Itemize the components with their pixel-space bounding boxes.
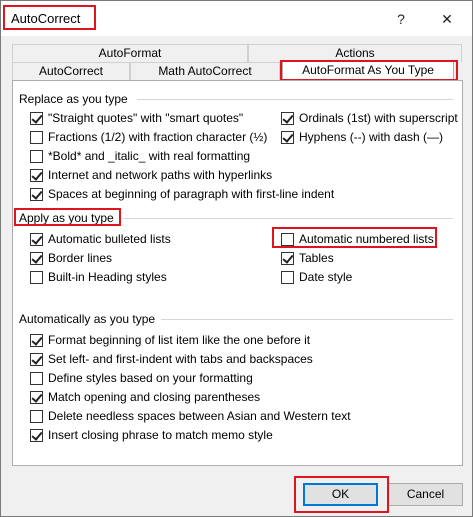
cancel-button[interactable]: Cancel (388, 483, 463, 506)
option-border-lines[interactable]: Border lines (30, 250, 112, 266)
option-date-style[interactable]: Date style (281, 269, 352, 285)
checkbox[interactable] (30, 270, 43, 284)
option-closing-phrase[interactable]: Insert closing phrase to match memo styl… (30, 427, 273, 443)
option-label: Match opening and closing parentheses (48, 390, 261, 404)
option-define-styles[interactable]: Define styles based on your formatting (30, 370, 253, 386)
checkbox[interactable] (30, 409, 43, 423)
tab-math-autocorrect[interactable]: Math AutoCorrect (130, 62, 280, 80)
tab-autoformat[interactable]: AutoFormat (12, 44, 248, 62)
option-tables[interactable]: Tables (281, 250, 334, 266)
option-ordinals[interactable]: Ordinals (1st) with superscript (281, 110, 458, 126)
checkbox[interactable] (30, 111, 43, 125)
auto-section-label: Automatically as you type (19, 312, 156, 326)
checkbox[interactable] (281, 111, 294, 125)
checkbox[interactable] (281, 270, 294, 284)
option-label: "Straight quotes" with "smart quotes" (48, 111, 244, 125)
option-label: Border lines (48, 251, 113, 265)
option-fractions[interactable]: Fractions (1/2) with fraction character … (30, 129, 267, 145)
ok-highlight (294, 476, 389, 513)
option-bulleted-lists[interactable]: Automatic bulleted lists (30, 231, 171, 247)
checkbox[interactable] (30, 187, 43, 201)
tab-autocorrect[interactable]: AutoCorrect (12, 62, 130, 80)
option-label: Tables (299, 251, 334, 265)
option-delete-spaces[interactable]: Delete needless spaces between Asian and… (30, 408, 351, 424)
option-label: Define styles based on your formatting (48, 371, 253, 385)
option-match-parentheses[interactable]: Match opening and closing parentheses (30, 389, 260, 405)
option-bold-italic[interactable]: *Bold* and _italic_ with real formatting (30, 148, 250, 164)
checkbox[interactable] (30, 232, 43, 246)
section-divider (161, 319, 453, 320)
title-highlight (3, 5, 96, 30)
option-label: Internet and network paths with hyperlin… (48, 168, 273, 182)
option-label: Insert closing phrase to match memo styl… (48, 428, 273, 442)
option-label: Fractions (1/2) with fraction character … (48, 130, 268, 144)
option-label: Hyphens (--) with dash (—) (299, 130, 444, 144)
checkbox[interactable] (30, 168, 43, 182)
checkbox[interactable] (30, 428, 43, 442)
checkbox[interactable] (30, 352, 43, 366)
numbered-lists-highlight (272, 227, 437, 248)
option-format-list-item[interactable]: Format beginning of list item like the o… (30, 332, 310, 348)
option-label: Spaces at beginning of paragraph with fi… (48, 187, 335, 201)
option-label: Date style (299, 270, 353, 284)
checkbox[interactable] (30, 130, 43, 144)
checkbox[interactable] (30, 333, 43, 347)
option-set-indent[interactable]: Set left- and first-indent with tabs and… (30, 351, 313, 367)
option-smart-quotes[interactable]: "Straight quotes" with "smart quotes" (30, 110, 243, 126)
checkbox[interactable] (281, 251, 294, 265)
checkbox[interactable] (281, 130, 294, 144)
option-label: Format beginning of list item like the o… (48, 333, 311, 347)
option-hyphens[interactable]: Hyphens (--) with dash (—) (281, 129, 443, 145)
checkbox[interactable] (30, 251, 43, 265)
option-first-line-indent[interactable]: Spaces at beginning of paragraph with fi… (30, 186, 334, 202)
option-label: Delete needless spaces between Asian and… (48, 409, 351, 423)
help-icon: ? (397, 11, 405, 27)
replace-section-label: Replace as you type (19, 92, 128, 106)
apply-section-highlight (14, 208, 121, 226)
checkbox[interactable] (30, 390, 43, 404)
checkbox[interactable] (30, 371, 43, 385)
option-hyperlinks[interactable]: Internet and network paths with hyperlin… (30, 167, 272, 183)
option-label: Set left- and first-indent with tabs and… (48, 352, 313, 366)
option-label: *Bold* and _italic_ with real formatting (48, 149, 251, 163)
option-label: Built-in Heading styles (48, 270, 167, 284)
help-button[interactable]: ? (391, 9, 411, 29)
section-divider (123, 218, 453, 219)
tab-panel: Replace as you type "Straight quotes" wi… (12, 80, 463, 466)
option-label: Automatic bulleted lists (48, 232, 171, 246)
close-button[interactable]: ✕ (437, 9, 457, 29)
section-divider (137, 99, 453, 100)
tab-highlight (280, 60, 458, 81)
autocorrect-dialog: AutoCorrect ? ✕ AutoFormat Actions AutoC… (0, 0, 473, 517)
checkbox[interactable] (30, 149, 43, 163)
option-heading-styles[interactable]: Built-in Heading styles (30, 269, 167, 285)
close-icon: ✕ (441, 11, 453, 27)
option-label: Ordinals (1st) with superscript (299, 111, 458, 125)
